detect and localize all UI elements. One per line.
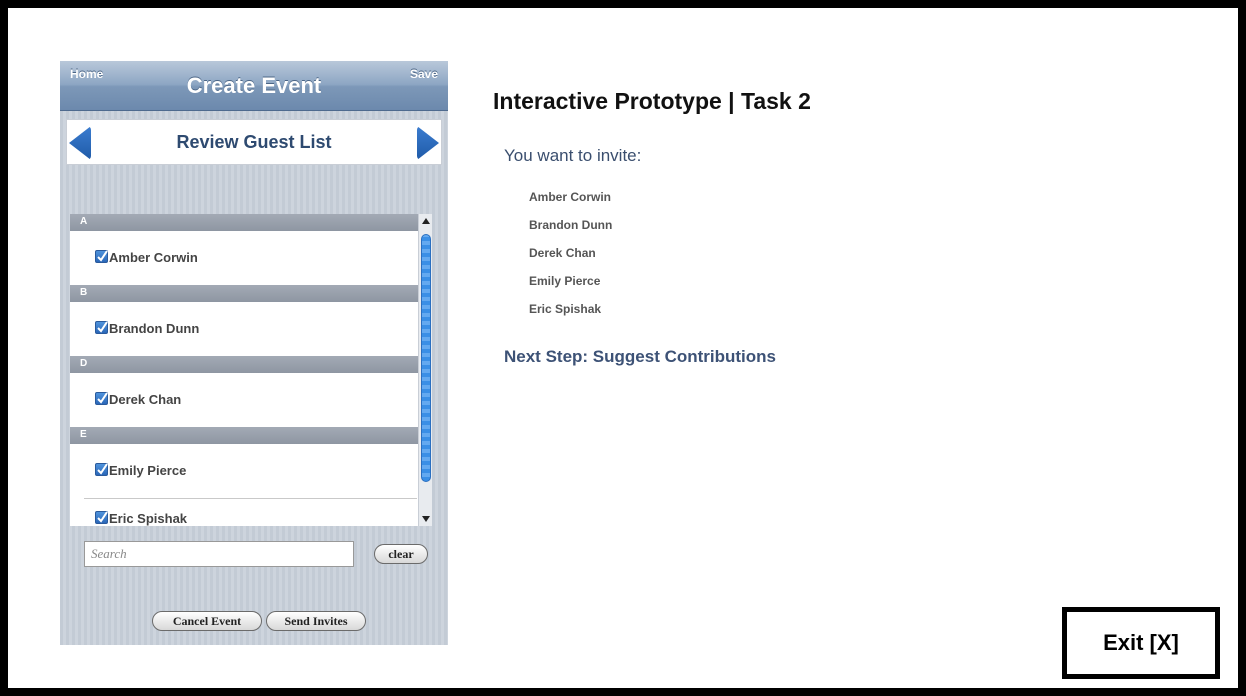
- scroll-up-icon[interactable]: [422, 218, 430, 224]
- guest-row[interactable]: Brandon Dunn: [70, 302, 431, 356]
- checkbox-checked-icon[interactable]: [95, 321, 108, 334]
- review-guest-list-header: Review Guest List: [66, 119, 442, 165]
- list-item: Emily Pierce: [529, 274, 601, 288]
- nav-bar: Home Create Event Save: [60, 61, 448, 111]
- list-item: Eric Spishak: [529, 302, 602, 316]
- send-invites-button[interactable]: Send Invites: [266, 611, 366, 631]
- checkbox-checked-icon[interactable]: [95, 250, 108, 263]
- guest-name: Eric Spishak: [109, 511, 188, 526]
- page-frame: Home Create Event Save Review Guest List…: [8, 8, 1238, 688]
- section-header-a: A: [70, 214, 431, 231]
- save-button[interactable]: Save: [410, 67, 438, 81]
- phone-mockup: Home Create Event Save Review Guest List…: [60, 61, 448, 645]
- task-prompt: You want to invite:: [504, 146, 642, 165]
- list-item: Brandon Dunn: [529, 218, 613, 232]
- checkbox-checked-icon[interactable]: [95, 511, 108, 524]
- scroll-down-icon[interactable]: [422, 516, 430, 522]
- guest-row[interactable]: Emily Pierce: [70, 444, 431, 498]
- section-header-b: B: [70, 285, 431, 302]
- guest-row[interactable]: Eric Spishak: [70, 499, 431, 526]
- checkbox-checked-icon[interactable]: [95, 463, 108, 476]
- next-step-link[interactable]: Next Step: Suggest Contributions: [504, 347, 776, 367]
- list-scrollbar[interactable]: [418, 214, 432, 526]
- invitee-list: Amber Corwin Brandon Dunn Derek Chan Emi…: [529, 190, 612, 330]
- guest-row[interactable]: Derek Chan: [70, 373, 431, 427]
- scroll-thumb[interactable]: [421, 234, 431, 482]
- exit-button[interactable]: Exit [X]: [1062, 607, 1220, 679]
- guest-name: Derek Chan: [109, 392, 182, 407]
- guest-name: Amber Corwin: [109, 250, 198, 265]
- section-header-d: D: [70, 356, 431, 373]
- guest-list: A Amber Corwin B Brandon Dunn D Derek Ch: [70, 214, 431, 526]
- page-title: Interactive Prototype | Task 2: [493, 88, 811, 114]
- review-title: Review Guest List: [176, 132, 332, 152]
- section-header-e: E: [70, 427, 431, 444]
- guest-name: Emily Pierce: [109, 463, 187, 478]
- list-item: Amber Corwin: [529, 190, 612, 204]
- nav-title: Create Event: [186, 73, 322, 98]
- clear-button[interactable]: clear: [374, 544, 428, 564]
- search-input[interactable]: [84, 541, 354, 567]
- cancel-event-button[interactable]: Cancel Event: [152, 611, 262, 631]
- guest-row[interactable]: Amber Corwin: [70, 231, 431, 285]
- checkbox-checked-icon[interactable]: [95, 392, 108, 405]
- list-item: Derek Chan: [529, 246, 596, 260]
- guest-name: Brandon Dunn: [109, 321, 200, 336]
